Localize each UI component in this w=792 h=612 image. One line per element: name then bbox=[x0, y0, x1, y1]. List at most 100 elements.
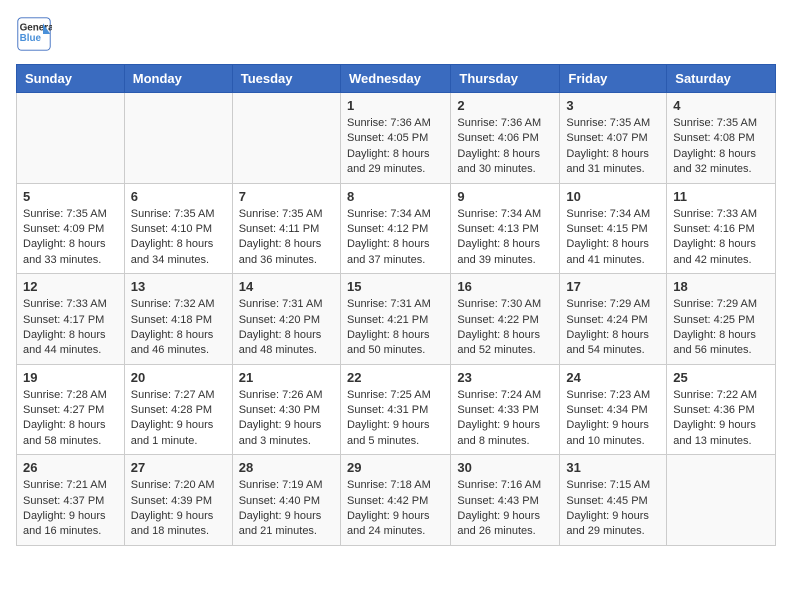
calendar-cell: 7 Sunrise: 7:35 AM Sunset: 4:11 PM Daylig… bbox=[232, 183, 340, 274]
calendar-cell: 1Sunrise: 7:36 AM Sunset: 4:05 PM Daylig… bbox=[340, 93, 450, 184]
calendar-cell: 12 Sunrise: 7:33 AM Sunset: 4:17 PM Dayli… bbox=[17, 274, 125, 365]
calendar-cell: 25 Sunrise: 7:22 AM Sunset: 4:36 PM Dayli… bbox=[667, 364, 776, 455]
day-info: Sunrise: 7:16 AM Sunset: 4:43 PM Dayligh… bbox=[457, 478, 553, 540]
day-info: Sunrise: 7:19 AM Sunset: 4:40 PM Dayligh… bbox=[239, 478, 334, 540]
calendar-cell: 19 Sunrise: 7:28 AM Sunset: 4:27 PM Dayli… bbox=[17, 364, 125, 455]
day-info: Sunrise: 7:31 AM Sunset: 4:20 PM Dayligh… bbox=[239, 297, 334, 359]
logo-icon: General Blue bbox=[16, 16, 52, 52]
day-info: Sunrise: 7:25 AM Sunset: 4:31 PM Dayligh… bbox=[347, 388, 444, 450]
day-info: Sunrise: 7:33 AM Sunset: 4:17 PM Dayligh… bbox=[23, 297, 118, 359]
day-info: Sunrise: 7:35 AM Sunset: 4:07 PM Dayligh… bbox=[566, 116, 660, 178]
day-number: 3 bbox=[566, 98, 660, 113]
day-number: 23 bbox=[457, 370, 553, 385]
day-info: Sunrise: 7:33 AM Sunset: 4:16 PM Dayligh… bbox=[673, 207, 769, 269]
day-number: 25 bbox=[673, 370, 769, 385]
calendar-cell: 26 Sunrise: 7:21 AM Sunset: 4:37 PM Dayli… bbox=[17, 455, 125, 546]
weekday-header-saturday: Saturday bbox=[667, 65, 776, 93]
day-info: Sunrise: 7:34 AM Sunset: 4:12 PM Dayligh… bbox=[347, 207, 444, 269]
calendar-cell: 21Sunrise: 7:26 AM Sunset: 4:30 PM Dayli… bbox=[232, 364, 340, 455]
day-info: Sunrise: 7:30 AM Sunset: 4:22 PM Dayligh… bbox=[457, 297, 553, 359]
calendar-cell: 18 Sunrise: 7:29 AM Sunset: 4:25 PM Dayli… bbox=[667, 274, 776, 365]
calendar-cell: 15 Sunrise: 7:31 AM Sunset: 4:21 PM Dayli… bbox=[340, 274, 450, 365]
day-number: 8 bbox=[347, 189, 444, 204]
day-info: Sunrise: 7:27 AM Sunset: 4:28 PM Dayligh… bbox=[131, 388, 226, 450]
calendar-cell: 29 Sunrise: 7:18 AM Sunset: 4:42 PM Dayli… bbox=[340, 455, 450, 546]
calendar-cell: 24Sunrise: 7:23 AM Sunset: 4:34 PM Dayli… bbox=[560, 364, 667, 455]
svg-text:Blue: Blue bbox=[20, 33, 42, 44]
week-row-3: 12 Sunrise: 7:33 AM Sunset: 4:17 PM Dayli… bbox=[17, 274, 776, 365]
day-number: 2 bbox=[457, 98, 553, 113]
calendar-cell: 10 Sunrise: 7:34 AM Sunset: 4:15 PM Dayli… bbox=[560, 183, 667, 274]
page-header: General Blue bbox=[16, 16, 776, 52]
calendar-cell: 16 Sunrise: 7:30 AM Sunset: 4:22 PM Dayli… bbox=[451, 274, 560, 365]
calendar-cell: 17Sunrise: 7:29 AM Sunset: 4:24 PM Dayli… bbox=[560, 274, 667, 365]
day-number: 15 bbox=[347, 279, 444, 294]
day-number: 16 bbox=[457, 279, 553, 294]
day-number: 17 bbox=[566, 279, 660, 294]
day-number: 29 bbox=[347, 460, 444, 475]
calendar-cell: 5 Sunrise: 7:35 AM Sunset: 4:09 PM Daylig… bbox=[17, 183, 125, 274]
calendar-cell bbox=[124, 93, 232, 184]
calendar-table: SundayMondayTuesdayWednesdayThursdayFrid… bbox=[16, 64, 776, 546]
weekday-header-thursday: Thursday bbox=[451, 65, 560, 93]
week-row-1: 1Sunrise: 7:36 AM Sunset: 4:05 PM Daylig… bbox=[17, 93, 776, 184]
day-number: 7 bbox=[239, 189, 334, 204]
calendar-cell: 8 Sunrise: 7:34 AM Sunset: 4:12 PM Daylig… bbox=[340, 183, 450, 274]
weekday-header-wednesday: Wednesday bbox=[340, 65, 450, 93]
day-info: Sunrise: 7:18 AM Sunset: 4:42 PM Dayligh… bbox=[347, 478, 444, 540]
day-info: Sunrise: 7:35 AM Sunset: 4:08 PM Dayligh… bbox=[673, 116, 769, 178]
calendar-cell: 13 Sunrise: 7:32 AM Sunset: 4:18 PM Dayli… bbox=[124, 274, 232, 365]
day-info: Sunrise: 7:35 AM Sunset: 4:09 PM Dayligh… bbox=[23, 207, 118, 269]
day-info: Sunrise: 7:22 AM Sunset: 4:36 PM Dayligh… bbox=[673, 388, 769, 450]
day-info: Sunrise: 7:28 AM Sunset: 4:27 PM Dayligh… bbox=[23, 388, 118, 450]
day-number: 10 bbox=[566, 189, 660, 204]
day-number: 30 bbox=[457, 460, 553, 475]
day-info: Sunrise: 7:15 AM Sunset: 4:45 PM Dayligh… bbox=[566, 478, 660, 540]
weekday-header-row: SundayMondayTuesdayWednesdayThursdayFrid… bbox=[17, 65, 776, 93]
day-info: Sunrise: 7:34 AM Sunset: 4:15 PM Dayligh… bbox=[566, 207, 660, 269]
day-info: Sunrise: 7:21 AM Sunset: 4:37 PM Dayligh… bbox=[23, 478, 118, 540]
day-info: Sunrise: 7:20 AM Sunset: 4:39 PM Dayligh… bbox=[131, 478, 226, 540]
day-number: 31 bbox=[566, 460, 660, 475]
day-number: 28 bbox=[239, 460, 334, 475]
calendar-cell: 30 Sunrise: 7:16 AM Sunset: 4:43 PM Dayli… bbox=[451, 455, 560, 546]
day-info: Sunrise: 7:34 AM Sunset: 4:13 PM Dayligh… bbox=[457, 207, 553, 269]
weekday-header-friday: Friday bbox=[560, 65, 667, 93]
day-number: 6 bbox=[131, 189, 226, 204]
day-info: Sunrise: 7:35 AM Sunset: 4:10 PM Dayligh… bbox=[131, 207, 226, 269]
day-number: 1 bbox=[347, 98, 444, 113]
day-info: Sunrise: 7:29 AM Sunset: 4:25 PM Dayligh… bbox=[673, 297, 769, 359]
calendar-cell: 27 Sunrise: 7:20 AM Sunset: 4:39 PM Dayli… bbox=[124, 455, 232, 546]
calendar-cell: 9 Sunrise: 7:34 AM Sunset: 4:13 PM Daylig… bbox=[451, 183, 560, 274]
day-number: 12 bbox=[23, 279, 118, 294]
day-number: 14 bbox=[239, 279, 334, 294]
logo: General Blue bbox=[16, 16, 58, 52]
day-number: 24 bbox=[566, 370, 660, 385]
calendar-cell: 20Sunrise: 7:27 AM Sunset: 4:28 PM Dayli… bbox=[124, 364, 232, 455]
calendar-cell: 22 Sunrise: 7:25 AM Sunset: 4:31 PM Dayli… bbox=[340, 364, 450, 455]
day-info: Sunrise: 7:35 AM Sunset: 4:11 PM Dayligh… bbox=[239, 207, 334, 269]
week-row-4: 19 Sunrise: 7:28 AM Sunset: 4:27 PM Dayli… bbox=[17, 364, 776, 455]
day-number: 19 bbox=[23, 370, 118, 385]
day-number: 5 bbox=[23, 189, 118, 204]
day-number: 21 bbox=[239, 370, 334, 385]
calendar-cell: 2 Sunrise: 7:36 AM Sunset: 4:06 PM Daylig… bbox=[451, 93, 560, 184]
day-number: 27 bbox=[131, 460, 226, 475]
day-info: Sunrise: 7:36 AM Sunset: 4:06 PM Dayligh… bbox=[457, 116, 553, 178]
day-number: 22 bbox=[347, 370, 444, 385]
day-number: 18 bbox=[673, 279, 769, 294]
day-number: 9 bbox=[457, 189, 553, 204]
calendar-cell: 31 Sunrise: 7:15 AM Sunset: 4:45 PM Dayli… bbox=[560, 455, 667, 546]
day-number: 13 bbox=[131, 279, 226, 294]
weekday-header-tuesday: Tuesday bbox=[232, 65, 340, 93]
day-info: Sunrise: 7:31 AM Sunset: 4:21 PM Dayligh… bbox=[347, 297, 444, 359]
day-info: Sunrise: 7:24 AM Sunset: 4:33 PM Dayligh… bbox=[457, 388, 553, 450]
calendar-cell: 6 Sunrise: 7:35 AM Sunset: 4:10 PM Daylig… bbox=[124, 183, 232, 274]
day-info: Sunrise: 7:32 AM Sunset: 4:18 PM Dayligh… bbox=[131, 297, 226, 359]
calendar-cell: 4Sunrise: 7:35 AM Sunset: 4:08 PM Daylig… bbox=[667, 93, 776, 184]
week-row-5: 26 Sunrise: 7:21 AM Sunset: 4:37 PM Dayli… bbox=[17, 455, 776, 546]
day-number: 11 bbox=[673, 189, 769, 204]
calendar-cell: 11 Sunrise: 7:33 AM Sunset: 4:16 PM Dayli… bbox=[667, 183, 776, 274]
weekday-header-monday: Monday bbox=[124, 65, 232, 93]
day-number: 26 bbox=[23, 460, 118, 475]
